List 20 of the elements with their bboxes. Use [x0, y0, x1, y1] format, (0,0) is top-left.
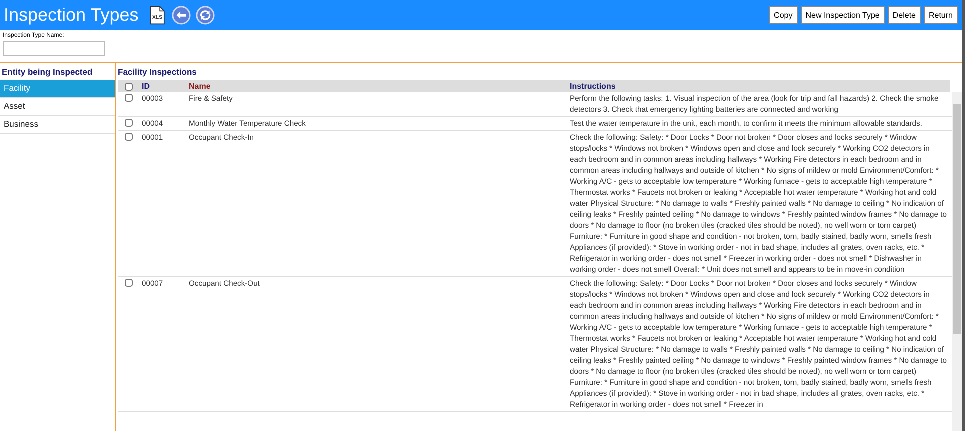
- sidebar-item[interactable]: Business: [0, 116, 115, 134]
- select-all-checkbox[interactable]: [125, 82, 133, 90]
- toolbar-button[interactable]: New Inspection Type: [800, 6, 885, 24]
- table-title: Facility Inspections: [118, 66, 198, 79]
- toolbar-button[interactable]: Copy: [769, 6, 798, 24]
- row-checkbox[interactable]: [125, 119, 133, 127]
- column-header: Instructions: [570, 82, 617, 90]
- column-header: Name: [189, 82, 212, 90]
- toolbar-button[interactable]: Delete: [888, 6, 921, 24]
- name-input-field[interactable]: [3, 41, 105, 56]
- toolbar-button[interactable]: Return: [924, 6, 958, 24]
- row-checkbox[interactable]: [125, 94, 133, 102]
- scrollbar[interactable]: [952, 92, 962, 431]
- sidebar-title: Entity being Inspected: [1, 66, 94, 79]
- column-header: ID: [141, 82, 151, 90]
- sidebar-item[interactable]: Asset: [0, 98, 115, 116]
- row-checkbox[interactable]: [125, 279, 133, 287]
- window-title: Inspection Types: [4, 4, 139, 26]
- row-checkbox[interactable]: [125, 133, 133, 141]
- refresh-icon[interactable]: [196, 6, 215, 24]
